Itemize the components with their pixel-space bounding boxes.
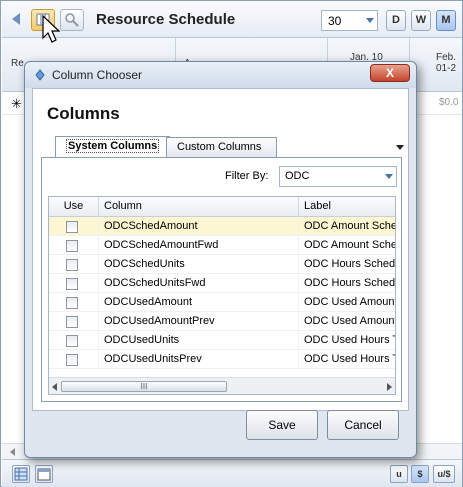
chevron-down-icon[interactable] — [385, 174, 393, 179]
label-cell: ODC Hours Sched — [304, 277, 395, 289]
column-name-cell: ODCSchedUnits — [99, 255, 299, 274]
dollars-button[interactable]: $ — [411, 465, 429, 483]
col-header-label[interactable]: Label — [299, 197, 395, 217]
grid-view-button[interactable] — [12, 465, 30, 483]
use-cell — [49, 350, 99, 369]
row-amount: $0.0 — [439, 97, 459, 108]
table-horizontal-scrollbar[interactable]: III — [49, 377, 395, 394]
use-cell — [49, 274, 99, 293]
col-header-column[interactable]: Column — [99, 197, 299, 217]
previous-arrow-icon[interactable] — [12, 13, 20, 25]
use-checkbox[interactable] — [66, 316, 78, 328]
use-checkbox[interactable] — [66, 335, 78, 347]
table-row[interactable]: ODCSchedUnitsFwd ODC Hours Sched — [49, 274, 395, 293]
range-count-value: 30 — [328, 14, 342, 28]
bottom-toolbar: u $ u/$ — [2, 459, 462, 487]
scroll-left-icon[interactable] — [10, 448, 15, 456]
use-checkbox[interactable] — [66, 278, 78, 290]
label-cell: ODC Used Amount — [304, 315, 395, 327]
label-cell: ODC Used Hours T — [304, 353, 395, 365]
filter-by-select[interactable]: ODC — [279, 166, 397, 187]
use-cell — [49, 331, 99, 350]
mouse-pointer-icon — [42, 14, 61, 43]
columns-table: Use Column Label ODCSchedAmount ODC Amoun… — [48, 196, 396, 395]
view-month-button[interactable]: M — [436, 10, 456, 31]
grid-icon — [14, 467, 28, 481]
column-name-cell: ODCUsedAmount — [99, 293, 299, 312]
search-button[interactable] — [60, 9, 84, 31]
grid-col-feb[interactable]: Feb. 01-2 — [410, 38, 462, 92]
close-icon: X — [385, 66, 394, 80]
table-row[interactable]: ODCUsedAmountPrev ODC Used Amount — [49, 312, 395, 331]
page-title: Resource Schedule — [96, 11, 236, 28]
column-name-cell: ODCUsedUnits — [99, 331, 299, 350]
use-checkbox[interactable] — [66, 259, 78, 271]
cancel-button[interactable]: Cancel — [327, 410, 399, 440]
use-checkbox[interactable] — [66, 221, 78, 233]
app-icon — [35, 69, 45, 81]
new-row-icon: ✳ — [11, 96, 22, 111]
filter-label: Filter By: — [225, 170, 269, 182]
calendar-view-button[interactable] — [35, 465, 53, 483]
filter-value: ODC — [285, 170, 310, 182]
label-cell: ODC Amount Sche — [304, 220, 395, 232]
table-row[interactable]: ODCUsedUnitsPrev ODC Used Hours T — [49, 350, 395, 369]
scroll-thumb[interactable]: III — [61, 381, 227, 392]
magnifier-icon — [65, 13, 79, 27]
column-chooser-dialog: Column Chooser X Columns System Columns … — [24, 61, 417, 458]
label-cell: ODC Used Amount — [304, 296, 395, 308]
label-cell: ODC Used Hours T — [304, 334, 395, 346]
view-day-button[interactable]: D — [386, 10, 406, 31]
use-cell — [49, 236, 99, 255]
save-button[interactable]: Save — [246, 410, 318, 440]
column-name-cell: ODCUsedUnitsPrev — [99, 350, 299, 369]
table-header: Use Column Label — [49, 197, 395, 217]
tab-menu-chevron-icon[interactable] — [396, 145, 404, 150]
dialog-title: Column Chooser — [52, 68, 143, 82]
table-row[interactable]: ODCSchedAmountFwd ODC Amount Sche — [49, 236, 395, 255]
tab-custom-columns[interactable]: Custom Columns — [166, 137, 277, 157]
use-cell — [49, 312, 99, 331]
system-columns-panel: Filter By: ODC Use Column Label ODCSched… — [41, 157, 402, 402]
use-checkbox[interactable] — [66, 354, 78, 366]
label-cell: ODC Hours Sched — [304, 258, 395, 270]
use-cell — [49, 217, 99, 236]
use-cell — [49, 293, 99, 312]
scroll-right-icon[interactable] — [387, 383, 392, 391]
table-row[interactable]: ODCUsedUnits ODC Used Hours T — [49, 331, 395, 350]
top-toolbar: Resource Schedule 30 D W M — [2, 2, 462, 38]
tab-system-columns[interactable]: System Columns — [55, 136, 171, 158]
col-header-use[interactable]: Use — [49, 197, 99, 217]
label-cell: ODC Amount Sche — [304, 239, 395, 251]
column-name-cell: ODCSchedAmountFwd — [99, 236, 299, 255]
use-checkbox[interactable] — [66, 240, 78, 252]
units-button[interactable]: u — [390, 465, 408, 483]
view-week-button[interactable]: W — [411, 10, 431, 31]
table-row[interactable]: ODCSchedUnits ODC Hours Sched — [49, 255, 395, 274]
close-button[interactable]: X — [370, 64, 410, 82]
calendar-icon — [37, 468, 51, 481]
table-row[interactable]: ODCUsedAmount ODC Used Amount — [49, 293, 395, 312]
tab-strip: System Columns Custom Columns — [41, 136, 404, 158]
chevron-down-icon[interactable] — [366, 18, 374, 23]
column-name-cell: ODCSchedUnitsFwd — [99, 274, 299, 293]
use-checkbox[interactable] — [66, 297, 78, 309]
table-row[interactable]: ODCSchedAmount ODC Amount Sche — [49, 217, 395, 236]
column-name-cell: ODCUsedAmountPrev — [99, 312, 299, 331]
units-dollars-button[interactable]: u/$ — [433, 465, 455, 483]
dialog-body: Columns System Columns Custom Columns Fi… — [32, 88, 409, 411]
columns-heading: Columns — [47, 104, 120, 123]
use-cell — [49, 255, 99, 274]
column-name-cell: ODCSchedAmount — [99, 217, 299, 236]
dialog-titlebar[interactable]: Column Chooser X — [25, 62, 416, 88]
range-count-combo[interactable]: 30 — [321, 10, 378, 31]
scroll-left-icon[interactable] — [52, 383, 57, 391]
